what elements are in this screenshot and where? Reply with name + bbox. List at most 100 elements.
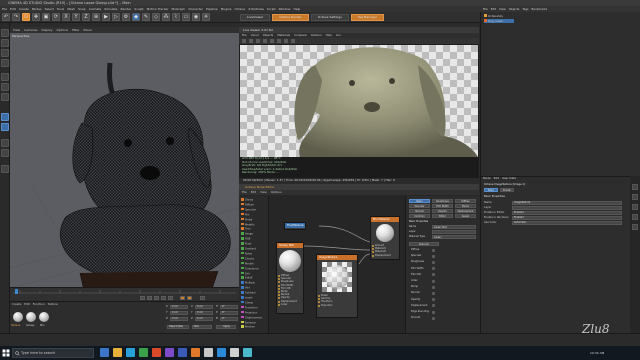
material-menu-texture[interactable]: Texture: [48, 302, 58, 307]
model-mode-icon[interactable]: [1, 39, 9, 47]
render-canvas[interactable]: [240, 45, 478, 157]
taskbar-app-icon[interactable]: [113, 348, 122, 357]
prop-tab-basic[interactable]: Basic: [409, 199, 430, 203]
node-editor-menu-edit[interactable]: Edit: [251, 190, 256, 195]
node-list-item[interactable]: Multiply: [241, 281, 255, 285]
taskbar-app-icon[interactable]: [230, 348, 239, 357]
coord-value-field[interactable]: 0 cm: [195, 311, 213, 315]
live-selection-icon[interactable]: ⊙: [22, 13, 30, 21]
autokey-icon[interactable]: [187, 296, 192, 300]
taskbar-search-input[interactable]: Type here to search: [12, 348, 94, 358]
y-axis-icon[interactable]: Y: [72, 13, 80, 21]
object-row-dog-mesh[interactable]: Dog_mesh: [484, 19, 514, 23]
coord-size-dropdown[interactable]: Size: [192, 325, 212, 329]
material-swatch-octane[interactable]: [13, 312, 23, 322]
node-list-item[interactable]: Clamp: [241, 300, 253, 304]
node-list-item[interactable]: Emission: [241, 320, 256, 324]
taskbar-clock[interactable]: 10:34 AM: [590, 348, 620, 358]
toolbar-pill-octane-render[interactable]: Octane Render: [272, 13, 309, 21]
taskbar-app-icon[interactable]: [139, 348, 148, 357]
attribute-menu-mode[interactable]: Mode: [483, 176, 491, 181]
coord-value-field[interactable]: 0°: [220, 305, 238, 309]
taskbar-app-icon[interactable]: [152, 348, 161, 357]
object-manager-menu-bookmarks[interactable]: Bookmarks: [532, 6, 548, 12]
workplane-icon[interactable]: [1, 59, 9, 67]
next-key-icon[interactable]: [161, 296, 166, 300]
redo-icon[interactable]: ↷: [12, 13, 20, 21]
send-scene-icon[interactable]: [242, 39, 246, 43]
render-view-icon[interactable]: ▶: [102, 13, 110, 21]
undo-icon[interactable]: ↶: [2, 13, 10, 21]
object-manager-menu-objects[interactable]: Objects: [509, 6, 520, 12]
prop-type-dropdown[interactable]: Glossy: [432, 235, 476, 239]
node-list-item[interactable]: Turbulence: [241, 266, 259, 270]
keyframe-selection-icon[interactable]: [200, 296, 205, 300]
deformer-icon[interactable]: ⌇: [172, 13, 180, 21]
objects-tab-icon[interactable]: [632, 184, 638, 190]
node-image-texture[interactable]: ImageTexture Power Gamma Transform Projecti…: [316, 254, 358, 318]
layers-icon[interactable]: [632, 214, 638, 220]
taskbar-app-icon[interactable]: [100, 348, 109, 357]
snap-icon[interactable]: [1, 139, 9, 147]
coord-value-field[interactable]: 0 cm: [195, 317, 213, 321]
taskbar-app-icon[interactable]: [178, 348, 187, 357]
object-manager-menu-tags[interactable]: Tags: [522, 6, 528, 12]
material-menu-create[interactable]: Create: [12, 302, 21, 307]
toolbar-pill-tag-manager[interactable]: Tag Manager: [350, 13, 384, 21]
node-list-item[interactable]: Portal: [241, 217, 252, 221]
content-browser-icon[interactable]: [632, 194, 638, 200]
floor-icon[interactable]: ▭: [182, 13, 190, 21]
takes-icon[interactable]: [632, 224, 638, 230]
prop-channel-checkbox[interactable]: [432, 260, 435, 264]
z-axis-icon[interactable]: Z: [82, 13, 90, 21]
prop-tab-bump[interactable]: Bump: [455, 204, 476, 208]
material-menu-function[interactable]: Function: [33, 302, 45, 307]
taskbar-app-icon[interactable]: [243, 348, 252, 357]
toolbar-pill-liveviewer[interactable]: LiveViewer: [240, 13, 271, 21]
node-glossy-material[interactable]: Glossy Mat Diffuse Specular Roughness Film …: [276, 242, 304, 314]
prop-tab-specular[interactable]: Specular: [409, 204, 430, 208]
move-icon[interactable]: ✥: [32, 13, 40, 21]
prop-channel-checkbox[interactable]: [432, 316, 435, 320]
record-icon[interactable]: [180, 296, 185, 300]
make-editable-icon[interactable]: [1, 29, 9, 37]
subdivision-icon[interactable]: ◇: [152, 13, 160, 21]
prop-tab-assign[interactable]: Assign: [455, 214, 476, 218]
taskbar-app-icon[interactable]: [191, 348, 200, 357]
prop-tab-normal[interactable]: Normal: [409, 209, 430, 213]
material-swatch-mix[interactable]: [39, 312, 49, 322]
coord-value-field[interactable]: 0 cm: [170, 311, 188, 315]
material-menu-edit[interactable]: Edit: [24, 302, 29, 307]
node-list-item[interactable]: Specular: [241, 207, 256, 211]
node-list-item[interactable]: Image: [241, 232, 253, 236]
node-list-item[interactable]: Marble: [241, 261, 254, 265]
prop-tab-film-width[interactable]: Film Width: [432, 204, 453, 208]
object-row-octanesky[interactable]: OctaneSky: [484, 14, 503, 18]
prop-channel-checkbox[interactable]: [432, 285, 435, 289]
prop-tab-editor[interactable]: Editor: [432, 214, 453, 218]
region-render-icon[interactable]: [270, 39, 274, 43]
coord-value-field[interactable]: 0 cm: [170, 317, 188, 321]
taskbar-app-icon[interactable]: [165, 348, 174, 357]
attribute-field[interactable]: Automatic: [512, 221, 622, 225]
previous-key-icon[interactable]: [147, 296, 152, 300]
node-input-port[interactable]: Projection: [317, 304, 357, 307]
stop-render-icon[interactable]: [263, 39, 267, 43]
prop-layer-field[interactable]: [432, 230, 476, 234]
solo-icon[interactable]: [1, 165, 9, 173]
coord-value-field[interactable]: 0°: [220, 311, 238, 315]
node-list-item[interactable]: Gradient: [241, 247, 256, 250]
pick-material-icon[interactable]: [277, 39, 281, 43]
node-list-item[interactable]: Projection: [241, 310, 257, 314]
node-list-item[interactable]: Mix: [241, 212, 249, 216]
prop-tab-roughness[interactable]: Roughness: [432, 199, 453, 203]
attribute-field[interactable]: Enabled: [512, 211, 622, 215]
node-list-item[interactable]: Add: [241, 286, 250, 289]
prop-tab-opacity[interactable]: Opacity: [432, 209, 453, 213]
taskbar-app-icon[interactable]: [126, 348, 135, 357]
timeline-ruler[interactable]: [10, 288, 239, 295]
x-axis-icon[interactable]: X: [62, 13, 70, 21]
pause-render-icon[interactable]: [256, 39, 260, 43]
node-list-item[interactable]: Dirt: [241, 271, 250, 275]
node-editor-menu-options[interactable]: Options: [271, 190, 282, 195]
